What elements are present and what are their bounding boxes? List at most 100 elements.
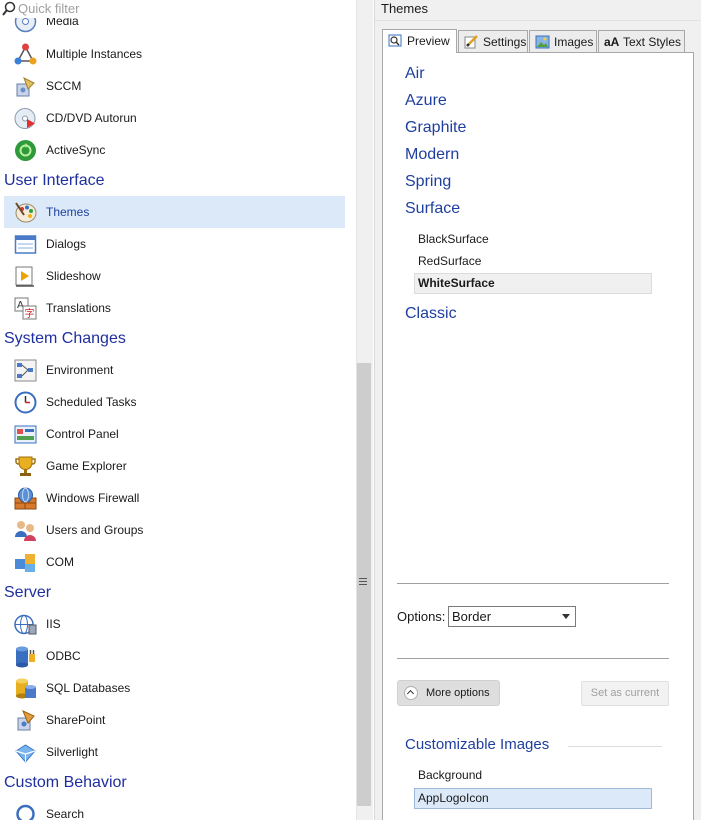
tree-item-label: Multiple Instances: [46, 47, 143, 61]
set-as-current-button[interactable]: Set as current: [581, 681, 669, 706]
group-system-changes: System Changes: [4, 330, 126, 347]
multiple-instances-icon: [14, 43, 37, 65]
options-dropdown-value: Border: [452, 609, 492, 624]
search-icon: [16, 804, 35, 820]
text-styles-icon: aA: [604, 35, 620, 49]
divider: [397, 583, 669, 584]
tree-item-sql-databases[interactable]: SQL Databases: [4, 672, 345, 704]
divider: [397, 658, 669, 659]
splitter-grip-icon[interactable]: [359, 576, 367, 585]
tree-item-label: CD/DVD Autorun: [46, 111, 137, 125]
themes-icon: [15, 202, 37, 223]
images-icon: [535, 35, 550, 49]
tree-item-label: Game Explorer: [46, 459, 127, 473]
tree-item-search[interactable]: Search: [4, 798, 345, 820]
tab-label: Images: [554, 35, 594, 49]
settings-icon: [464, 35, 478, 49]
tree-item-control-panel[interactable]: Control Panel: [4, 418, 345, 450]
image-item-applogoicon[interactable]: AppLogoIcon: [418, 791, 489, 805]
tree-item-label: Environment: [46, 363, 114, 377]
tree-item-iis[interactable]: IIS: [4, 608, 345, 640]
tree-item-activesync[interactable]: ActiveSync: [4, 134, 345, 166]
search-icon: [2, 1, 16, 16]
tree-item-label: Control Panel: [46, 427, 119, 441]
sharepoint-icon: [17, 710, 35, 731]
tree-item-label: Search: [46, 807, 85, 820]
tree-item-environment[interactable]: Environment: [4, 354, 345, 386]
tree-item-game-explorer[interactable]: Game Explorer: [4, 450, 345, 482]
tree-item-com[interactable]: COM: [4, 546, 345, 578]
tree-item-translations[interactable]: A 字 Translations: [4, 292, 345, 324]
tree-item-dialogs[interactable]: Dialogs: [4, 228, 345, 260]
theme-variant-whitesurface[interactable]: WhiteSurface: [418, 275, 495, 291]
tab-label: Text Styles: [623, 35, 682, 49]
panel-title: Themes: [381, 1, 428, 16]
tree-item-odbc[interactable]: ODBC: [4, 640, 345, 672]
theme-azure[interactable]: Azure: [405, 91, 447, 111]
theme-classic[interactable]: Classic: [405, 304, 457, 324]
group-server: Server: [4, 584, 52, 601]
dialogs-icon: [14, 235, 37, 254]
sql-databases-icon: [16, 678, 36, 699]
tab-text-styles[interactable]: aA Text Styles: [598, 30, 685, 52]
tree-item-label: SQL Databases: [46, 681, 131, 695]
more-options-button[interactable]: More options: [397, 680, 500, 706]
tree-item-cd-dvd-autorun[interactable]: CD/DVD Autorun: [4, 102, 345, 134]
tree-item-label: SharePoint: [46, 713, 106, 727]
game-explorer-icon: [15, 456, 36, 476]
feature-tree-panel: Media Multiple Instances SCCM: [0, 0, 356, 820]
theme-surface[interactable]: Surface: [405, 199, 460, 219]
tree-item-themes[interactable]: Themes: [4, 196, 345, 228]
environment-icon: [14, 359, 37, 382]
image-item-background[interactable]: Background: [418, 768, 482, 782]
themes-panel: Themes Preview Settings Images aA Text S…: [375, 0, 701, 820]
tree-item-label: Users and Groups: [46, 523, 144, 537]
tree-item-windows-firewall[interactable]: Windows Firewall: [4, 482, 345, 514]
tree-item-label: Slideshow: [46, 269, 101, 283]
tree-item-label: Windows Firewall: [46, 491, 140, 505]
theme-variant-blacksurface[interactable]: BlackSurface: [418, 231, 489, 247]
silverlight-icon: [15, 744, 36, 763]
button-label: More options: [426, 687, 490, 699]
iis-icon: [14, 614, 37, 635]
theme-air[interactable]: Air: [405, 64, 425, 84]
cd-dvd-autorun-icon: [14, 108, 36, 129]
tab-images[interactable]: Images: [529, 30, 597, 52]
slideshow-icon: [15, 266, 34, 287]
svg-text:字: 字: [25, 307, 35, 320]
tree-item-label: ODBC: [46, 649, 81, 663]
tab-label: Settings: [483, 35, 527, 49]
theme-graphite[interactable]: Graphite: [405, 118, 466, 138]
translations-icon: A 字: [14, 297, 37, 320]
quick-filter: [0, 0, 356, 18]
tree-item-label: Translations: [46, 301, 111, 315]
tree-item-label: IIS: [46, 617, 61, 631]
tree-item-label: Silverlight: [46, 745, 99, 759]
tree-item-sccm[interactable]: SCCM: [4, 70, 345, 102]
theme-spring[interactable]: Spring: [405, 172, 451, 192]
tab-preview[interactable]: Preview: [382, 29, 457, 53]
tree-item-label: Scheduled Tasks: [46, 395, 137, 409]
tree-item-sharepoint[interactable]: SharePoint: [4, 704, 345, 736]
group-user-interface: User Interface: [4, 172, 105, 189]
activesync-icon: [15, 140, 36, 161]
tab-settings[interactable]: Settings: [458, 30, 528, 52]
tree-item-scheduled-tasks[interactable]: Scheduled Tasks: [4, 386, 345, 418]
quick-filter-input[interactable]: [18, 0, 348, 17]
tree-item-label: SCCM: [46, 79, 82, 93]
tree-item-silverlight[interactable]: Silverlight: [4, 736, 345, 768]
scheduled-tasks-icon: [14, 391, 37, 414]
tree-item-slideshow[interactable]: Slideshow: [4, 260, 345, 292]
tree-item-users-and-groups[interactable]: Users and Groups: [4, 514, 345, 546]
options-dropdown[interactable]: Border: [448, 606, 576, 627]
odbc-icon: [16, 646, 35, 668]
com-icon: [15, 554, 35, 572]
tab-label: Preview: [407, 34, 450, 48]
theme-variant-redsurface[interactable]: RedSurface: [418, 253, 481, 269]
tree-item-multiple-instances[interactable]: Multiple Instances: [4, 38, 345, 70]
preview-icon: [388, 34, 402, 47]
control-panel-icon: [14, 425, 37, 444]
group-custom-behavior: Custom Behavior: [4, 774, 127, 791]
chevron-up-icon: [404, 686, 418, 700]
theme-modern[interactable]: Modern: [405, 145, 459, 165]
